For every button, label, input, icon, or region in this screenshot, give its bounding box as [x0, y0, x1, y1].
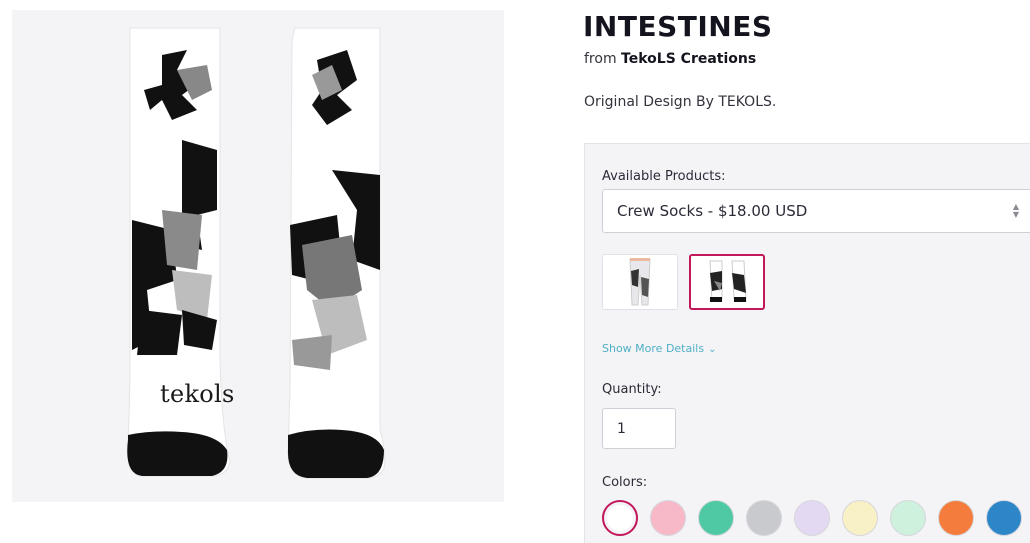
from-prefix: from [584, 51, 617, 67]
color-swatch-pink[interactable] [650, 500, 686, 536]
color-swatch-white[interactable] [602, 500, 638, 536]
color-swatch-lavender[interactable] [794, 500, 830, 536]
color-swatch-light-green[interactable] [890, 500, 926, 536]
show-more-details-link[interactable]: Show More Details ⌄ [602, 342, 716, 355]
socks-thumb-icon [709, 260, 747, 302]
store-line: from TekoLS Creations [584, 51, 756, 67]
left-sock [126, 27, 231, 477]
available-products-label: Available Products: [602, 169, 726, 184]
leggings-icon [629, 258, 651, 306]
color-swatch-cream[interactable] [842, 500, 878, 536]
thumbnail-crew-socks[interactable] [689, 254, 765, 310]
thumbnail-leggings[interactable] [602, 254, 678, 310]
show-more-details-label: Show More Details [602, 342, 705, 355]
quantity-label: Quantity: [602, 382, 662, 397]
product-image: tekols [12, 10, 504, 502]
product-select[interactable]: Crew Socks - $18.00 USD [602, 189, 1030, 233]
socks-illustration [126, 27, 386, 479]
color-swatch-blue[interactable] [986, 500, 1022, 536]
color-swatch-grey[interactable] [746, 500, 782, 536]
quantity-input[interactable]: 1 [602, 408, 676, 449]
color-swatch-orange[interactable] [938, 500, 974, 536]
product-description: Original Design By TEKOLS. [584, 94, 777, 110]
chevron-down-icon: ⌄ [708, 344, 717, 355]
colors-label: Colors: [602, 475, 648, 490]
select-arrows-icon: ▲ ▼ [1012, 202, 1020, 219]
product-brand-text: tekols [160, 380, 235, 408]
color-swatch-mint[interactable] [698, 500, 734, 536]
right-sock [287, 27, 386, 479]
product-title: INTESTINES [583, 10, 773, 43]
store-name-link[interactable]: TekoLS Creations [621, 51, 756, 67]
